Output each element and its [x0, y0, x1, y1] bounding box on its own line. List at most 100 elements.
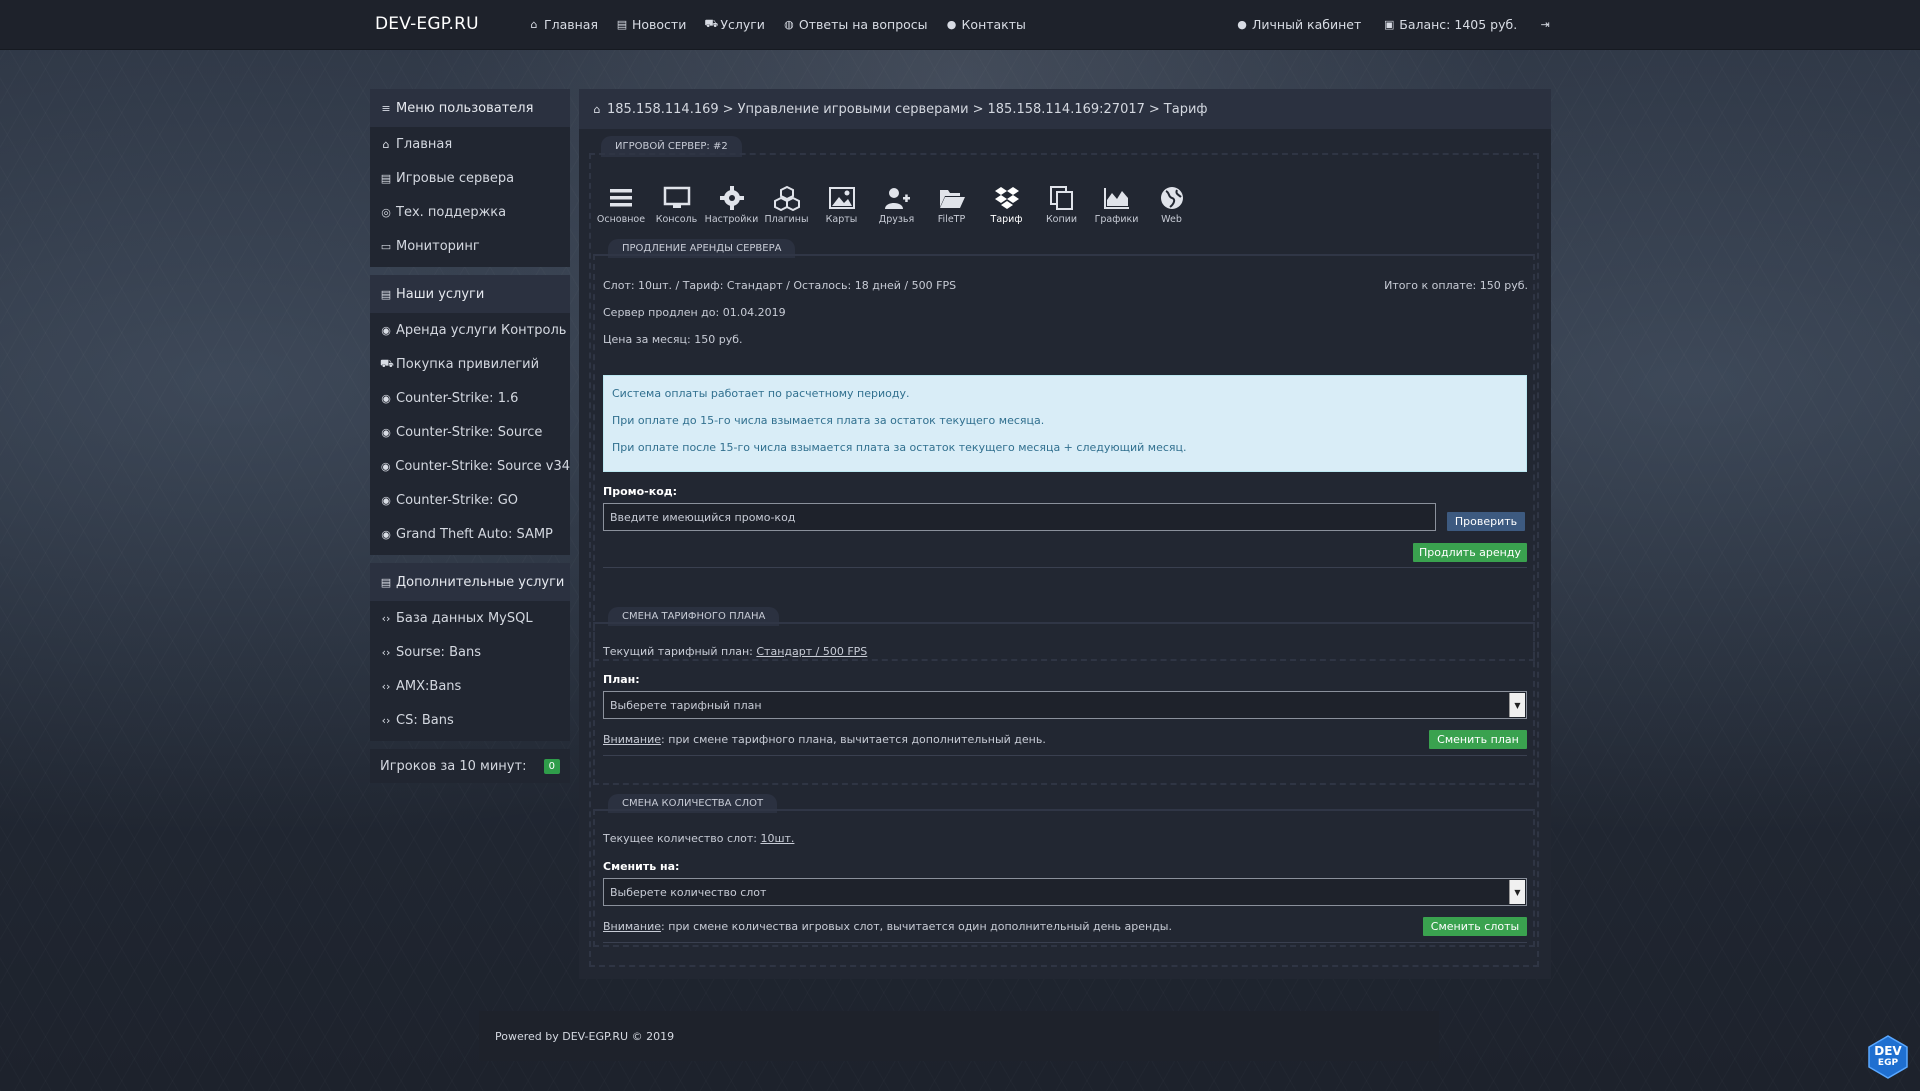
sidebar-item-privileges[interactable]: ⛟ Покупка привилегий: [370, 347, 570, 381]
nav-contacts[interactable]: ● Контакты: [946, 17, 1026, 32]
sidebar-services: ▤ Наши услуги ◉ Аренда услуги Контроль ⛟ По…: [370, 275, 570, 555]
plan-select[interactable]: Выберете тарифный план ▼: [603, 691, 1527, 719]
total-price: Итого к оплате: 150 руб.: [1384, 279, 1528, 292]
nav-services[interactable]: ⛟ Услуги: [704, 17, 765, 32]
change-slots-button[interactable]: Сменить слоты: [1423, 917, 1527, 936]
sidebar-item-cs16[interactable]: ◉ Counter-Strike: 1.6: [370, 381, 570, 415]
monitor-icon: ▭: [380, 239, 392, 253]
current-tariff-link[interactable]: Стандарт / 500 FPS: [756, 645, 867, 658]
slots-select[interactable]: Выберете количество слот ▼: [603, 878, 1527, 906]
sidebar-item-csbans[interactable]: ‹› CS: Bans: [370, 703, 570, 737]
promo-input[interactable]: Введите имеющийся промо-код: [603, 503, 1436, 531]
check-promo-button[interactable]: Проверить: [1447, 512, 1525, 531]
tool-plugins[interactable]: Плагины: [759, 185, 814, 225]
tool-friends[interactable]: Друзья: [869, 185, 924, 225]
folder-open-icon: [939, 190, 965, 208]
sidebar-item-csgo[interactable]: ◉ Counter-Strike: GO: [370, 483, 570, 517]
breadcrumb: ⌂ 185.158.114.169 > Управление игровыми …: [579, 89, 1551, 129]
tool-backups[interactable]: Копии: [1034, 185, 1089, 225]
user-plus-icon: [884, 188, 910, 209]
server-icon: ▤: [380, 287, 392, 301]
sidebar-item-samp[interactable]: ◉ Grand Theft Auto: SAMP: [370, 517, 570, 551]
monthly-price: Цена за месяц: 150 руб.: [603, 333, 743, 346]
cart-icon: ⛟: [704, 17, 719, 30]
breadcrumb-server[interactable]: 185.158.114.169:27017: [988, 102, 1145, 117]
sidebar-item-sourcebans[interactable]: ‹› Sourse: Bans: [370, 635, 570, 669]
tool-filetp[interactable]: FileTP: [924, 185, 979, 225]
server-icon: ▤: [380, 171, 392, 185]
tool-web[interactable]: Web: [1144, 185, 1199, 225]
sidebar-extra: ▤ Дополнительные услуги ‹› База данных MyS…: [370, 563, 570, 741]
account-nav: ● Личный кабинет ▣ Баланс: 1405 руб. ⇥: [1236, 17, 1551, 32]
home-icon: ⌂: [593, 102, 601, 116]
newspaper-icon: ▤: [616, 18, 628, 31]
main-nav: ⌂ Главная ▤ Новости ⛟ Услуги ◍ Ответы на воп…: [528, 17, 1026, 32]
gamepad-icon: ◉: [381, 425, 391, 439]
divider: [603, 755, 1527, 756]
copy-icon: [1049, 186, 1073, 210]
breadcrumb-servers[interactable]: Управление игровыми серверами: [738, 102, 969, 117]
lifebuoy-icon: ◎: [381, 205, 391, 219]
nav-home[interactable]: ⌂ Главная: [528, 17, 599, 32]
money-icon: ▣: [1384, 18, 1395, 31]
gamepad-icon: ◉: [381, 323, 391, 337]
monitor-icon: [663, 186, 690, 208]
change-plan-button[interactable]: Сменить план: [1429, 730, 1527, 749]
promo-label: Промо-код:: [603, 485, 678, 498]
bars-icon: ≡: [381, 101, 391, 115]
chevron-down-icon: ▼: [1509, 880, 1525, 904]
gamepad-icon: ◉: [381, 493, 391, 507]
cart-icon: ⛟: [380, 356, 394, 370]
sidebar-item-support[interactable]: ◎ Тех. поддержка: [370, 195, 570, 229]
sidebar-item-amxbans[interactable]: ‹› AMX:Bans: [370, 669, 570, 703]
tool-main[interactable]: Основное: [593, 185, 649, 225]
sidebar-item-control[interactable]: ◉ Аренда услуги Контроль: [370, 313, 570, 347]
gamepad-icon: ◉: [381, 527, 391, 541]
tool-graphs[interactable]: Графики: [1089, 185, 1144, 225]
online-count-badge: 0: [543, 758, 560, 774]
sidebar-item-servers[interactable]: ▤ Игровые сервера: [370, 161, 570, 195]
extended-until: Сервер продлен до: 01.04.2019: [603, 306, 786, 319]
tool-maps[interactable]: Карты: [814, 185, 869, 225]
home-icon: ⌂: [382, 137, 390, 151]
footer-copyright: Powered by DEV-EGP.RU © 2019: [495, 1029, 675, 1043]
nav-account[interactable]: ● Личный кабинет: [1236, 17, 1361, 32]
cubes-icon: [773, 185, 800, 211]
nav-faq[interactable]: ◍ Ответы на вопросы: [783, 17, 927, 32]
footer: Powered by DEV-EGP.RU © 2019: [479, 1011, 1439, 1061]
payment-info-alert: Система оплаты работает по расчетному пе…: [603, 375, 1527, 472]
renew-button[interactable]: Продлить аренду: [1413, 543, 1527, 562]
sidebar-heading: ▤ Дополнительные услуги: [370, 563, 570, 601]
globe-icon: ◍: [784, 18, 794, 31]
sidebar-user-menu: ≡ Меню пользователя ⌂ Главная ▤ Игровые сер…: [370, 89, 570, 267]
nav-logout[interactable]: ⇥: [1539, 17, 1551, 32]
breadcrumb-ip[interactable]: 185.158.114.169: [607, 102, 719, 117]
nav-balance[interactable]: ▣ Баланс: 1405 руб.: [1383, 17, 1517, 32]
tool-tariff[interactable]: Тариф: [979, 185, 1034, 225]
slots-warning: Внимание: при смене количества игровых с…: [603, 920, 1172, 933]
online-players: Игроков за 10 минут: 0: [370, 749, 570, 783]
nav-news[interactable]: ▤ Новости: [616, 17, 687, 32]
divider: [603, 567, 1527, 568]
chevron-down-icon: ▼: [1509, 693, 1525, 717]
site-logo[interactable]: DEV-EGP.RU: [375, 14, 479, 34]
current-tariff: Текущий тарифный план: Стандарт / 500 FP…: [603, 645, 868, 658]
gamepad-icon: ◉: [380, 459, 391, 473]
main-panel: ⌂ 185.158.114.169 > Управление игровыми …: [579, 89, 1551, 979]
divider: [603, 942, 1527, 943]
code-icon: ‹›: [381, 713, 391, 727]
sidebar-item-home[interactable]: ⌂ Главная: [370, 127, 570, 161]
breadcrumb-current: Тариф: [1163, 101, 1208, 117]
current-slots-link[interactable]: 10шт.: [760, 832, 794, 845]
logout-icon: ⇥: [1540, 18, 1550, 31]
sidebar-heading: ▤ Наши услуги: [370, 275, 570, 313]
code-icon: ‹›: [381, 679, 391, 693]
tool-console[interactable]: Консоль: [649, 185, 704, 225]
sidebar-item-monitoring[interactable]: ▭ Мониторинг: [370, 229, 570, 263]
sidebar-item-css[interactable]: ◉ Counter-Strike: Source: [370, 415, 570, 449]
tool-settings[interactable]: Настройки: [704, 185, 759, 225]
sidebar-item-mysql[interactable]: ‹› База данных MySQL: [370, 601, 570, 635]
sidebar-item-css34[interactable]: ◉ Counter-Strike: Source v34: [370, 449, 570, 483]
corner-logo[interactable]: DEV EGP: [1866, 1035, 1910, 1079]
image-icon: [828, 187, 855, 209]
